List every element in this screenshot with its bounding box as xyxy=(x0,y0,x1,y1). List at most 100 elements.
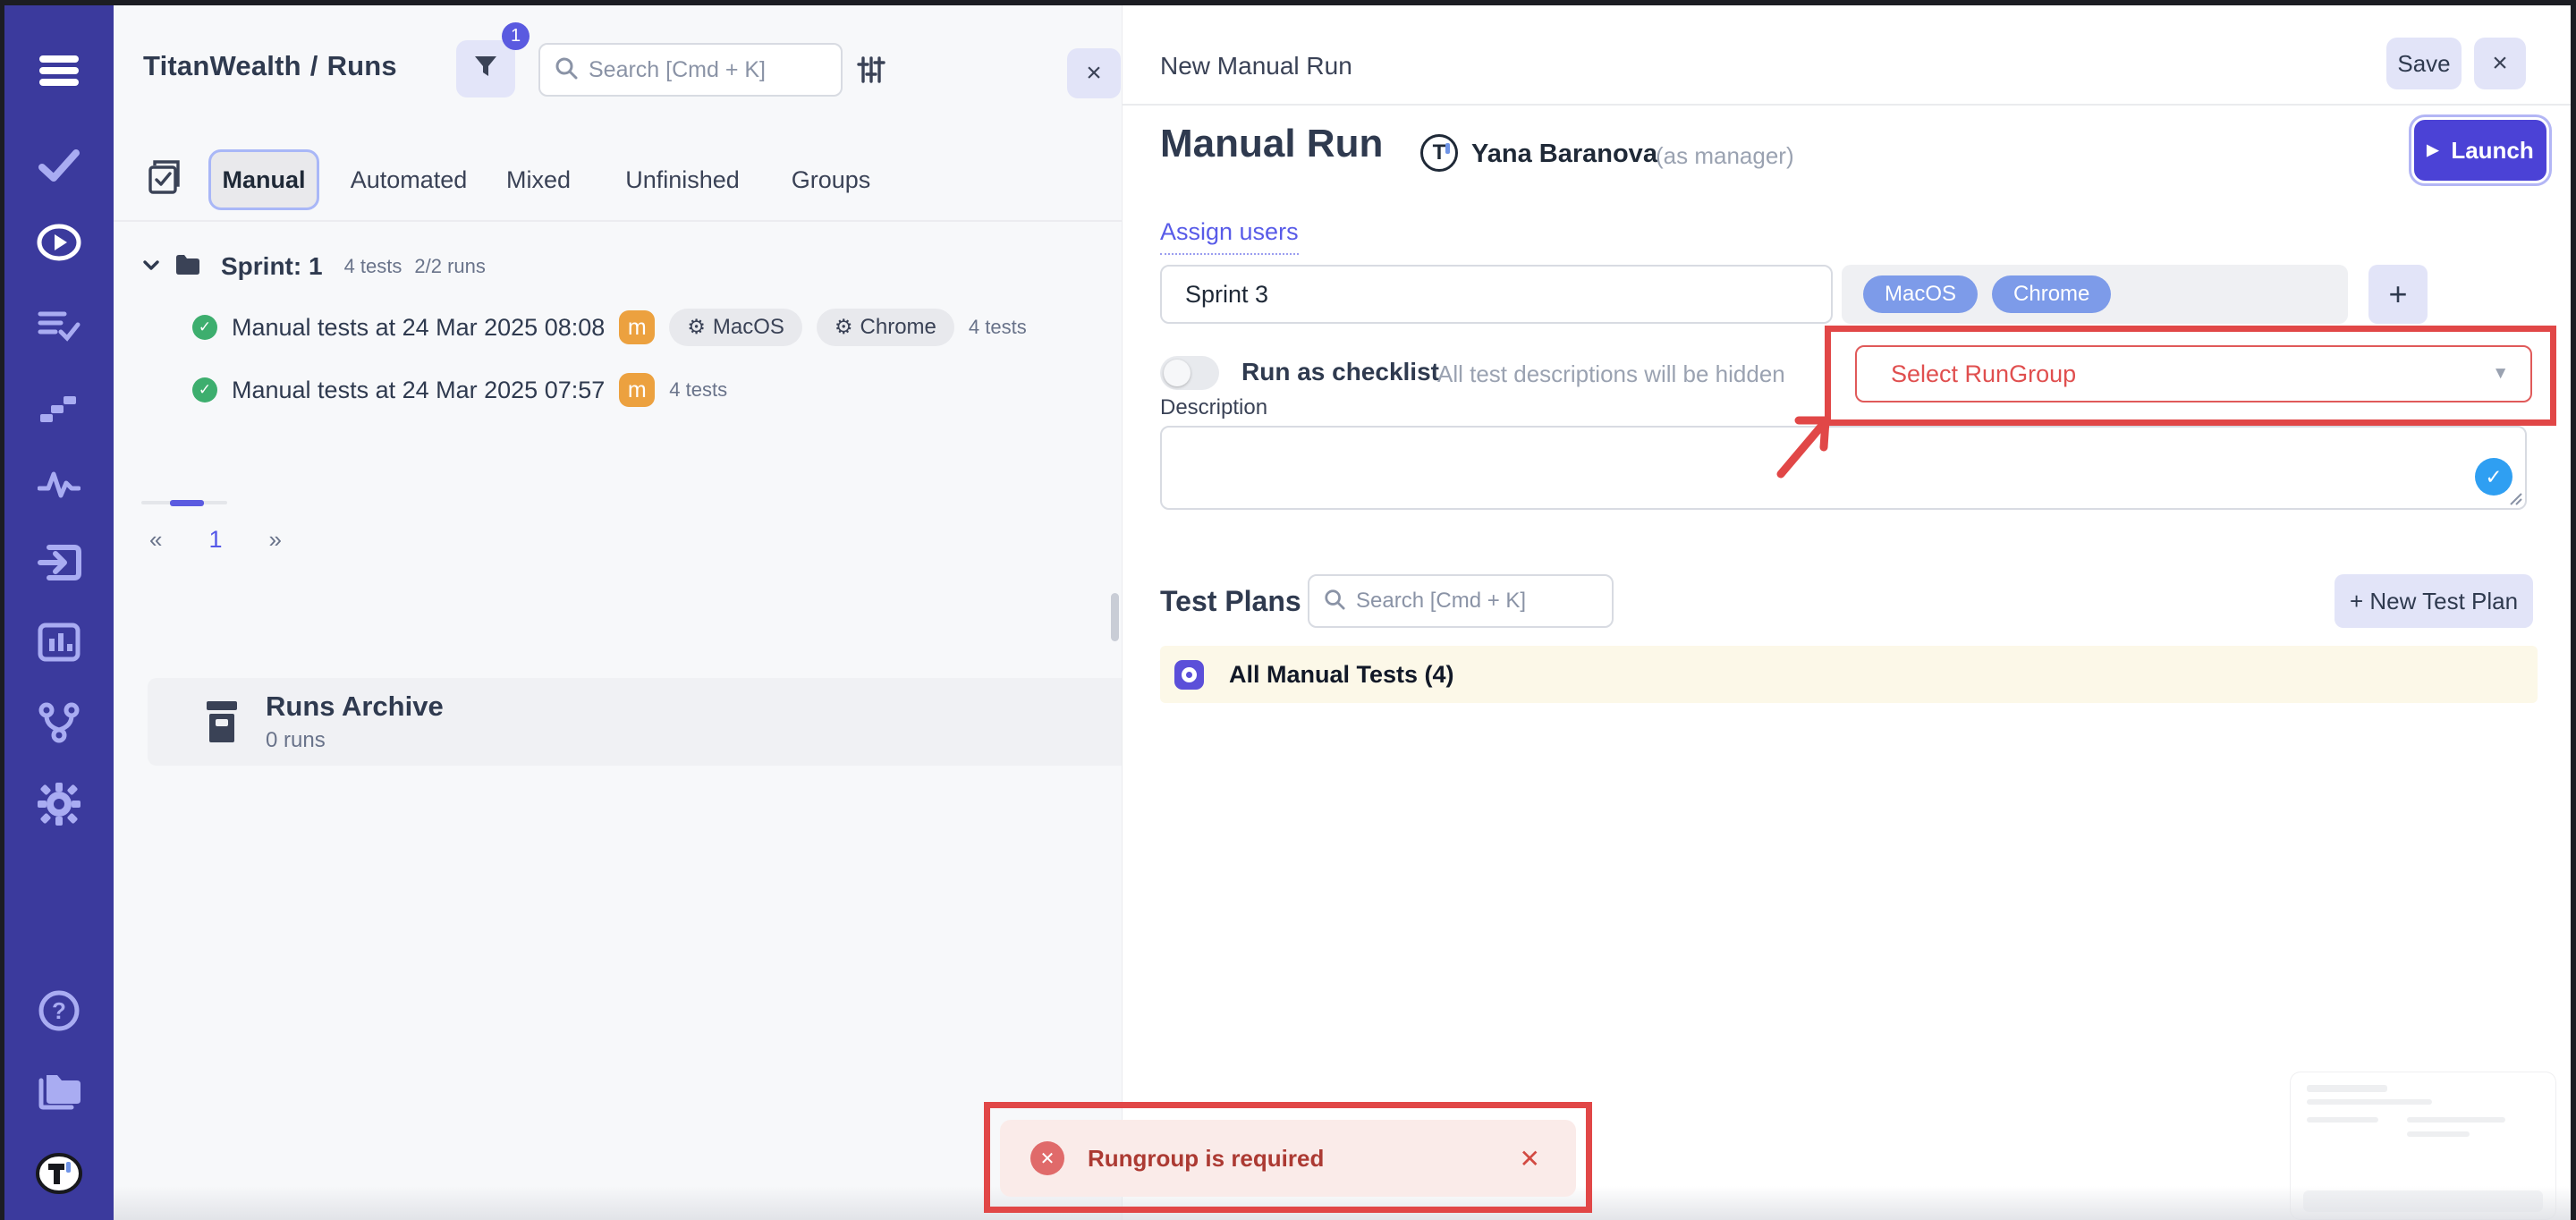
select-runs-icon[interactable] xyxy=(148,160,182,199)
window-edge-top xyxy=(0,0,2576,5)
run-group-runs-count: 2/2 runs xyxy=(414,255,486,278)
search-icon xyxy=(555,56,578,84)
launch-button[interactable]: ▶ Launch xyxy=(2414,120,2546,181)
pulse-analytics-icon[interactable] xyxy=(38,463,80,506)
branches-icon[interactable] xyxy=(38,701,80,744)
error-icon: ✕ xyxy=(1030,1141,1064,1175)
run-title[interactable]: Manual tests at 24 Mar 2025 08:08 xyxy=(232,314,605,342)
tab-manual[interactable]: Manual xyxy=(208,149,319,210)
breadcrumb-project[interactable]: TitanWealth xyxy=(143,50,301,81)
test-plans-search-input[interactable] xyxy=(1356,589,1597,614)
run-group-row[interactable]: Sprint: 1 4 tests 2/2 runs xyxy=(140,249,486,284)
play-icon: ▶ xyxy=(2427,141,2438,159)
tests-check-icon[interactable] xyxy=(38,144,80,185)
help-icon[interactable]: ? xyxy=(38,989,80,1032)
panel-title: New Manual Run xyxy=(1160,52,1352,80)
search-icon xyxy=(1324,589,1345,614)
panel-close-button[interactable]: × xyxy=(1067,48,1121,98)
header-divider xyxy=(1123,104,2571,106)
test-plans-title: Test Plans xyxy=(1160,585,1301,618)
steps-icon[interactable] xyxy=(38,385,80,427)
env-pill-chrome[interactable]: Chrome xyxy=(1992,275,2111,313)
breadcrumb: TitanWealth/Runs xyxy=(143,50,397,82)
description-label: Description xyxy=(1160,395,1267,420)
tabs-divider xyxy=(114,220,1122,222)
run-as-checklist-hint: All test descriptions will be hidden xyxy=(1437,360,1785,388)
close-panel-button[interactable]: × xyxy=(2474,38,2526,89)
test-plan-label: All Manual Tests (4) xyxy=(1229,661,1454,689)
run-tests-count: 4 tests xyxy=(969,316,1027,339)
run-group-tests-count: 4 tests xyxy=(344,255,402,278)
owner-role: (as manager) xyxy=(1656,142,1794,170)
manual-run-badge: m xyxy=(619,373,655,407)
settings-gear-icon[interactable] xyxy=(37,782,81,826)
toast-message: Rungroup is required xyxy=(1088,1145,1324,1173)
add-environment-button[interactable]: + xyxy=(2368,265,2428,324)
menu-icon[interactable] xyxy=(38,48,80,91)
env-tag-chrome: ⚙Chrome xyxy=(817,309,954,346)
run-title[interactable]: Manual tests at 24 Mar 2025 07:57 xyxy=(232,377,605,404)
annotation-arrow-icon xyxy=(1768,406,1849,486)
app-window: ? TitanWealth/Runs 1 × Manual Automated xyxy=(0,0,2576,1220)
resize-handle-icon[interactable] xyxy=(2507,490,2523,511)
breadcrumb-page: Runs xyxy=(327,50,397,81)
filter-button[interactable] xyxy=(456,40,515,97)
runs-play-icon[interactable] xyxy=(37,220,81,265)
tab-unfinished[interactable]: Unfinished xyxy=(620,149,745,210)
import-icon[interactable] xyxy=(37,542,81,583)
new-test-plan-button[interactable]: + New Test Plan xyxy=(2334,574,2533,628)
owner-avatar[interactable]: T xyxy=(1420,134,1458,172)
runs-archive-card[interactable]: Runs Archive 0 runs xyxy=(148,678,1122,766)
window-edge-right xyxy=(2571,0,2576,1220)
assign-users-link[interactable]: Assign users xyxy=(1160,218,1299,255)
run-tests-count: 4 tests xyxy=(669,378,727,402)
env-tag-macos: ⚙MacOS xyxy=(669,309,802,346)
run-as-checklist-toggle[interactable] xyxy=(1160,356,1219,390)
run-row[interactable]: ✓ Manual tests at 24 Mar 2025 08:08 m ⚙M… xyxy=(192,308,1027,347)
runs-search-input[interactable] xyxy=(589,57,826,83)
toast-close-icon[interactable]: ✕ xyxy=(1520,1144,1540,1173)
rungroup-select[interactable]: Select RunGroup ▼ xyxy=(1855,345,2532,402)
env-pill-macos[interactable]: MacOS xyxy=(1863,275,1978,313)
run-passed-icon: ✓ xyxy=(192,377,217,402)
tab-mixed[interactable]: Mixed xyxy=(498,149,579,210)
reports-chart-icon[interactable] xyxy=(38,623,80,662)
breadcrumb-separator: / xyxy=(301,50,327,81)
owner-name: Yana Baranova xyxy=(1471,140,1657,169)
runs-tabs: Manual Automated Mixed Unfinished Groups xyxy=(114,144,1122,220)
error-toast: ✕ Rungroup is required ✕ xyxy=(1000,1120,1576,1197)
pagination-next[interactable]: » xyxy=(269,526,282,554)
brand-logo[interactable] xyxy=(36,1150,82,1197)
folder-icon xyxy=(174,253,201,281)
pagination-prev[interactable]: « xyxy=(149,526,162,554)
chevron-down-icon[interactable] xyxy=(140,254,162,280)
manual-run-badge: m xyxy=(619,310,655,344)
tree-scrollbar-thumb[interactable] xyxy=(170,500,204,506)
save-button[interactable]: Save xyxy=(2386,38,2462,89)
pagination-page-1[interactable]: 1 xyxy=(208,526,222,554)
rungroup-select-value: Select RunGroup xyxy=(1891,360,2076,388)
run-passed-icon: ✓ xyxy=(192,315,217,340)
docs-folder-icon[interactable] xyxy=(36,1072,82,1111)
env-tag-label: Chrome xyxy=(860,315,936,340)
run-title-input[interactable] xyxy=(1160,265,1833,324)
run-row[interactable]: ✓ Manual tests at 24 Mar 2025 07:57 m 4 … xyxy=(192,370,727,410)
run-as-checklist-label: Run as checklist xyxy=(1241,358,1439,386)
plan-selected-icon[interactable] xyxy=(1174,660,1204,690)
archive-title: Runs Archive xyxy=(266,690,444,723)
avatar-letter: T xyxy=(1433,140,1446,165)
archive-icon xyxy=(203,699,241,749)
panel-scrollbar-thumb[interactable] xyxy=(1111,593,1119,641)
tab-groups[interactable]: Groups xyxy=(786,149,876,210)
svg-text:?: ? xyxy=(52,997,66,1024)
gear-icon: ⚙ xyxy=(687,316,706,339)
run-group-label[interactable]: Sprint: 1 xyxy=(221,252,323,281)
view-settings-icon[interactable] xyxy=(856,55,886,89)
plans-list-check-icon[interactable] xyxy=(38,305,80,348)
test-plan-row[interactable]: All Manual Tests (4) xyxy=(1160,646,2538,703)
main-sidebar: ? xyxy=(4,5,114,1220)
runs-list-panel: TitanWealth/Runs 1 × Manual Automated Mi… xyxy=(114,5,1123,1220)
tab-automated[interactable]: Automated xyxy=(348,149,470,210)
window-edge-left xyxy=(0,0,4,1220)
filter-count-badge: 1 xyxy=(502,22,530,50)
